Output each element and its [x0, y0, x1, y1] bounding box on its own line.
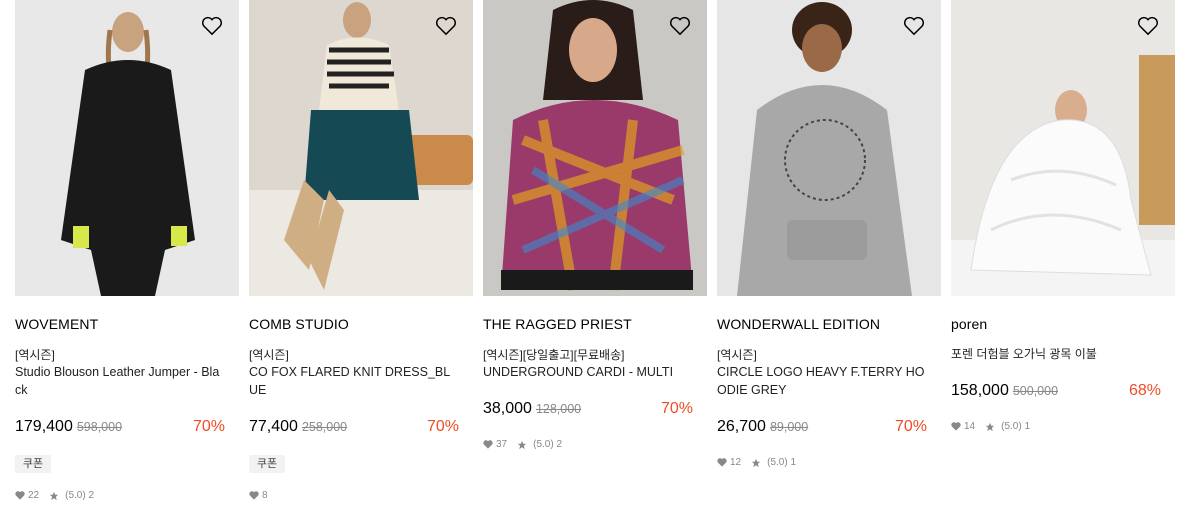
product-image[interactable]	[717, 0, 941, 296]
star-icon	[985, 422, 995, 431]
wishlist-heart-icon[interactable]	[1137, 16, 1159, 36]
like-count: 37	[496, 439, 508, 450]
price-row: 38,000 128,000 70%	[483, 400, 693, 422]
rating: (5.0) 2	[533, 439, 563, 450]
product-image[interactable]	[483, 0, 707, 296]
product-name[interactable]: Studio Blouson Leather Jumper - Black	[15, 363, 225, 399]
product-photo	[951, 0, 1175, 296]
product-image[interactable]	[249, 0, 473, 296]
heart-icon	[15, 491, 25, 500]
brand-name[interactable]: poren	[951, 316, 987, 332]
product-card[interactable]: COMB STUDIO [역시즌] CO FOX FLARED KNIT DRE…	[249, 0, 473, 501]
product-stats: 14 (5.0) 1	[951, 421, 1030, 432]
product-stats: 12 (5.0) 1	[717, 457, 796, 468]
product-card[interactable]: THE RAGGED PRIEST [역시즌][당일출고][무료배송] UNDE…	[483, 0, 707, 450]
discount-rate: 70%	[894, 418, 927, 435]
original-price: 258,000	[301, 420, 348, 434]
product-photo	[483, 0, 707, 296]
like-count: 14	[964, 421, 976, 432]
like-count: 12	[730, 457, 742, 468]
original-price: 500,000	[1012, 384, 1059, 398]
brand-name[interactable]: THE RAGGED PRIEST	[483, 316, 632, 332]
price-row: 179,400 598,000 70%	[15, 418, 225, 440]
rating: (5.0) 2	[65, 490, 95, 501]
product-photo	[15, 0, 239, 296]
brand-name[interactable]: WONDERWALL EDITION	[717, 316, 880, 332]
brand-name[interactable]: WOVEMENT	[15, 316, 98, 332]
sale-price: 26,700	[717, 418, 766, 435]
price-row: 26,700 89,000 70%	[717, 418, 927, 440]
star-icon	[751, 458, 761, 467]
discount-rate: 68%	[1128, 382, 1161, 399]
brand-name[interactable]: COMB STUDIO	[249, 316, 349, 332]
discount-rate: 70%	[192, 418, 225, 435]
original-price: 598,000	[76, 420, 123, 434]
like-count: 8	[262, 490, 268, 501]
price-row: 77,400 258,000 70%	[249, 418, 459, 440]
wishlist-heart-icon[interactable]	[201, 16, 223, 36]
original-price: 89,000	[769, 420, 809, 434]
wishlist-heart-icon[interactable]	[435, 16, 457, 36]
wishlist-heart-icon[interactable]	[669, 16, 691, 36]
product-name[interactable]: CO FOX FLARED KNIT DRESS_BLUE	[249, 363, 459, 399]
product-image[interactable]	[951, 0, 1175, 296]
star-icon	[517, 440, 527, 449]
product-photo	[249, 0, 473, 296]
wishlist-heart-icon[interactable]	[903, 16, 925, 36]
product-card[interactable]: poren 포렌 더험블 오가닉 광목 이불 158,000 500,000 68…	[951, 0, 1175, 432]
sale-price: 38,000	[483, 400, 532, 417]
original-price: 128,000	[535, 402, 582, 416]
product-photo	[717, 0, 941, 296]
product-tag: [역시즌]	[249, 348, 289, 362]
product-name[interactable]: UNDERGROUND CARDI - MULTI	[483, 363, 693, 381]
product-card[interactable]: WOVEMENT [역시즌] Studio Blouson Leather Ju…	[15, 0, 239, 501]
heart-icon	[483, 440, 493, 449]
rating: (5.0) 1	[1001, 421, 1031, 432]
heart-icon	[717, 458, 727, 467]
sale-price: 158,000	[951, 382, 1009, 399]
discount-rate: 70%	[660, 400, 693, 417]
product-image[interactable]	[15, 0, 239, 296]
rating: (5.0) 1	[767, 457, 797, 468]
product-stats: 37 (5.0) 2	[483, 439, 562, 450]
like-count: 22	[28, 490, 40, 501]
product-stats: 22 (5.0) 2	[15, 490, 94, 501]
product-tag: [역시즌]	[717, 348, 757, 362]
product-tag: [역시즌]	[15, 348, 55, 362]
product-name[interactable]: CIRCLE LOGO HEAVY F.TERRY HOODIE GREY	[717, 363, 927, 399]
product-tag: [역시즌][당일출고][무료배송]	[483, 348, 625, 362]
star-icon	[49, 491, 59, 500]
product-stats: 8	[249, 490, 268, 501]
product-card[interactable]: WONDERWALL EDITION [역시즌] CIRCLE LOGO HEA…	[717, 0, 941, 468]
discount-rate: 70%	[426, 418, 459, 435]
product-name[interactable]: 포렌 더험블 오가닉 광목 이불	[951, 345, 1097, 362]
sale-price: 77,400	[249, 418, 298, 435]
coupon-badge[interactable]: 쿠폰	[249, 455, 285, 473]
coupon-badge[interactable]: 쿠폰	[15, 455, 51, 473]
heart-icon	[951, 422, 961, 431]
sale-price: 179,400	[15, 418, 73, 435]
heart-icon	[249, 491, 259, 500]
price-row: 158,000 500,000 68%	[951, 382, 1161, 404]
